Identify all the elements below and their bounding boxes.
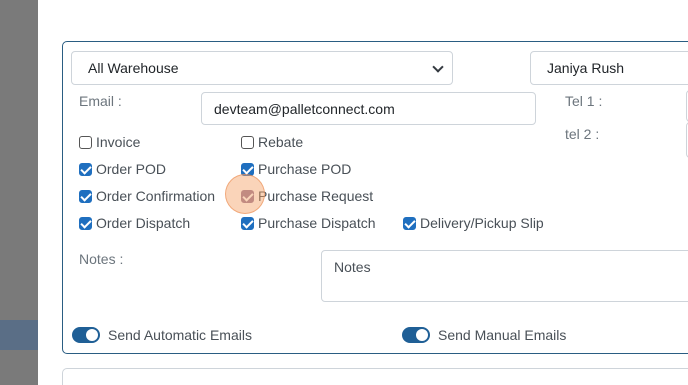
checkbox-box[interactable] [241, 162, 254, 176]
delivery-pickup-slip-checkbox[interactable]: Delivery/Pickup Slip [403, 214, 544, 232]
checkbox-box[interactable] [79, 189, 92, 203]
tel2-label: tel 2 : [565, 126, 600, 142]
warehouse-select[interactable]: All Warehouse [71, 51, 453, 85]
backdrop-nav-highlight [0, 320, 38, 350]
invoice-checkbox[interactable]: Invoice [79, 133, 140, 151]
checkbox-box[interactable] [403, 216, 416, 230]
toggle-switch[interactable] [72, 327, 100, 343]
checkbox-box[interactable] [241, 189, 254, 203]
checkbox-label: Order Confirmation [96, 188, 216, 204]
toggle-label: Send Manual Emails [438, 327, 567, 343]
order-dispatch-checkbox[interactable]: Order Dispatch [79, 214, 190, 232]
checkbox-label: Order POD [96, 161, 167, 177]
purchase-request-checkbox[interactable]: Purchase Request [241, 187, 373, 205]
rebate-checkbox[interactable]: Rebate [241, 133, 303, 151]
toggle-knob [86, 329, 98, 341]
purchase-pod-checkbox[interactable]: Purchase POD [241, 160, 351, 178]
contact-select-value: Janiya Rush [547, 60, 625, 76]
checkbox-box[interactable] [79, 135, 92, 149]
checkbox-label: Invoice [96, 134, 141, 150]
warehouse-select-value: All Warehouse [88, 60, 179, 76]
notes-label: Notes : [79, 251, 124, 267]
notes-textarea[interactable]: Notes [321, 250, 688, 302]
checkbox-label: Purchase POD [258, 161, 352, 177]
email-field[interactable]: devteam@palletconnect.com [201, 92, 536, 125]
checkbox-box[interactable] [79, 162, 92, 176]
email-label: Email : [79, 93, 122, 109]
purchase-dispatch-checkbox[interactable]: Purchase Dispatch [241, 214, 376, 232]
checkbox-box[interactable] [241, 135, 254, 149]
email-value: devteam@palletconnect.com [214, 100, 395, 117]
send-automatic-emails-toggle[interactable]: Send Automatic Emails [72, 326, 252, 344]
notes-placeholder: Notes [334, 259, 371, 275]
chevron-down-icon [432, 61, 444, 73]
checkbox-label: Purchase Request [258, 188, 374, 204]
toggle-knob [416, 329, 428, 341]
checkbox-box[interactable] [79, 216, 92, 230]
checkbox-label: Rebate [258, 134, 304, 150]
email-settings-card: All Warehouse Janiya Rush Email : devtea… [62, 41, 688, 354]
order-pod-checkbox[interactable]: Order POD [79, 160, 166, 178]
next-contact-card [62, 368, 688, 385]
checkbox-label: Purchase Dispatch [258, 215, 376, 231]
toggle-switch[interactable] [402, 327, 430, 343]
checkbox-box[interactable] [241, 216, 254, 230]
order-confirmation-checkbox[interactable]: Order Confirmation [79, 187, 215, 205]
checkbox-label: Order Dispatch [96, 215, 191, 231]
toggle-label: Send Automatic Emails [108, 327, 252, 343]
checkbox-label: Delivery/Pickup Slip [420, 215, 544, 231]
tel1-label: Tel 1 : [565, 93, 603, 109]
contact-email-modal: All Warehouse Janiya Rush Email : devtea… [38, 0, 688, 385]
send-manual-emails-toggle[interactable]: Send Manual Emails [402, 326, 566, 344]
contact-select[interactable]: Janiya Rush [530, 51, 688, 85]
modal-backdrop [0, 0, 38, 385]
